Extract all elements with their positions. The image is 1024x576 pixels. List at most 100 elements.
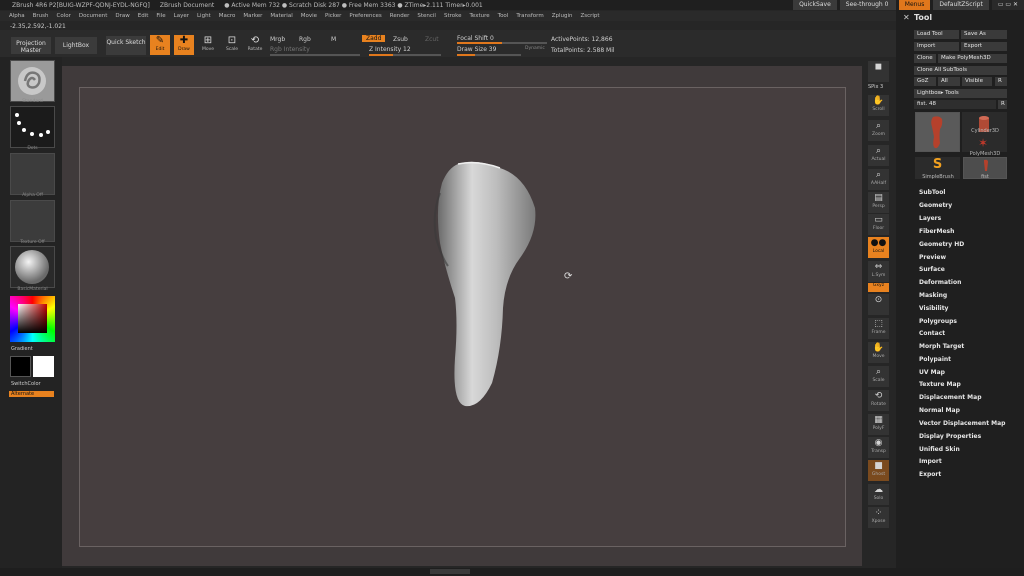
see-through-slider[interactable]: See-through 0 xyxy=(839,0,896,10)
color-picker[interactable] xyxy=(10,296,55,342)
document-canvas[interactable] xyxy=(79,87,846,547)
default-zscript-button[interactable]: DefaultZScript xyxy=(933,0,989,10)
alternate-button[interactable]: Alternate xyxy=(9,391,54,397)
alpha-thumbnail[interactable] xyxy=(10,153,55,195)
z-intensity-track[interactable] xyxy=(369,54,441,56)
z-intensity-slider[interactable]: Z Intensity 12 xyxy=(369,46,411,53)
aahalf-button[interactable]: ⌕ AAHalf xyxy=(868,169,889,190)
export-button[interactable]: Export xyxy=(961,42,1007,51)
menu-transform[interactable]: Transform xyxy=(516,13,543,19)
import-button[interactable]: Import xyxy=(914,42,959,51)
move-button[interactable]: ⊞ Move xyxy=(198,35,218,55)
menu-preferences[interactable]: Preferences xyxy=(349,13,381,19)
goz-button[interactable]: GoZ xyxy=(914,77,936,86)
subpalette-displacement-map[interactable]: Displacement Map xyxy=(919,394,982,401)
xpose-button[interactable]: ⁘ Xpose xyxy=(868,507,889,528)
subpalette-import[interactable]: Import xyxy=(919,458,942,465)
visible-button[interactable]: Visible xyxy=(962,77,992,86)
rgb-intensity-slider[interactable]: Rgb Intensity xyxy=(270,46,310,53)
subpalette-subtool[interactable]: SubTool xyxy=(919,189,945,196)
menu-zplugin[interactable]: Zplugin xyxy=(552,13,573,19)
axis-toggles[interactable]: ⊙ xyxy=(868,294,889,315)
clone-all-subtools-button[interactable]: Clone All SubTools xyxy=(914,66,1007,75)
floor-button[interactable]: ▭ Floor xyxy=(868,214,889,235)
subpalette-morph-target[interactable]: Morph Target xyxy=(919,343,964,350)
stroke-thumbnail[interactable] xyxy=(10,106,55,148)
bottom-tray-handle[interactable] xyxy=(430,569,470,574)
projection-master-button[interactable]: Projection Master xyxy=(11,37,51,54)
ghost-button[interactable]: ■ Ghost xyxy=(868,460,889,481)
palette-dock-icon[interactable]: ✕ xyxy=(903,13,910,22)
subpalette-surface[interactable]: Surface xyxy=(919,266,945,273)
menu-draw[interactable]: Draw xyxy=(115,13,129,19)
texture-thumbnail[interactable] xyxy=(10,200,55,242)
zsub-toggle[interactable]: Zsub xyxy=(393,36,408,43)
transp-button[interactable]: ◉ Transp xyxy=(868,437,889,458)
menu-material[interactable]: Material xyxy=(270,13,292,19)
frame-button[interactable]: ⬚ Frame xyxy=(868,318,889,339)
brush-thumbnail[interactable] xyxy=(10,60,55,102)
subpalette-geometry-hd[interactable]: Geometry HD xyxy=(919,241,964,248)
subpalette-visibility[interactable]: Visibility xyxy=(919,305,948,312)
current-tool-r-button[interactable]: R xyxy=(998,100,1007,109)
menu-document[interactable]: Document xyxy=(79,13,108,19)
gradient-toggle[interactable]: Gradient xyxy=(11,346,33,352)
all-button[interactable]: All xyxy=(938,77,960,86)
focal-shift-slider[interactable]: Focal Shift 0 xyxy=(457,35,494,42)
subpalette-geometry[interactable]: Geometry xyxy=(919,202,952,209)
material-thumbnail[interactable] xyxy=(10,246,55,288)
menu-file[interactable]: File xyxy=(156,13,165,19)
rotate-view-button[interactable]: ⟲ Rotate xyxy=(868,390,889,411)
local-button[interactable]: ●● Local xyxy=(868,237,889,258)
polyf-button[interactable]: ▦ PolyF xyxy=(868,414,889,435)
subpalette-contact[interactable]: Contact xyxy=(919,330,945,337)
save-as-button[interactable]: Save As xyxy=(961,30,1007,39)
mrgb-toggle[interactable]: Mrgb xyxy=(270,36,285,43)
menu-alpha[interactable]: Alpha xyxy=(9,13,25,19)
menu-texture[interactable]: Texture xyxy=(470,13,490,19)
current-tool-tile[interactable] xyxy=(915,112,960,152)
menu-stroke[interactable]: Stroke xyxy=(444,13,462,19)
subpalette-uv-map[interactable]: UV Map xyxy=(919,369,945,376)
subpalette-deformation[interactable]: Deformation xyxy=(919,279,961,286)
window-controls[interactable]: ▭ ▭ ✕ xyxy=(991,0,1024,10)
rgb-toggle[interactable]: Rgb xyxy=(299,36,311,43)
menu-brush[interactable]: Brush xyxy=(33,13,49,19)
edit-button[interactable]: ✎ Edit xyxy=(150,35,170,55)
subpalette-export[interactable]: Export xyxy=(919,471,941,478)
subpalette-display-properties[interactable]: Display Properties xyxy=(919,433,981,440)
quicksave-button[interactable]: QuickSave xyxy=(793,0,837,10)
draw-size-track[interactable] xyxy=(457,54,521,56)
actual-button[interactable]: ⌕ Actual xyxy=(868,145,889,166)
menu-render[interactable]: Render xyxy=(390,13,410,19)
gxyz-button[interactable]: Gxyz xyxy=(868,283,889,292)
zcut-toggle[interactable]: Zcut xyxy=(425,36,439,43)
menu-layer[interactable]: Layer xyxy=(174,13,189,19)
persp-button[interactable]: ▤ Persp xyxy=(868,192,889,213)
subpalette-vector-displacement-map[interactable]: Vector Displacement Map xyxy=(919,420,1005,427)
rgb-intensity-track[interactable] xyxy=(270,54,360,56)
lightbox-tools-button[interactable]: Lightbox▸ Tools xyxy=(914,89,1007,98)
scale-button[interactable]: ⊡ Scale xyxy=(222,35,242,55)
focal-shift-track[interactable] xyxy=(457,42,547,44)
menu-picker[interactable]: Picker xyxy=(325,13,341,19)
zoom-button[interactable]: ⌕ Zoom xyxy=(868,120,889,141)
menu-edit[interactable]: Edit xyxy=(138,13,149,19)
subpalette-layers[interactable]: Layers xyxy=(919,215,941,222)
subpalette-polypaint[interactable]: Polypaint xyxy=(919,356,951,363)
lightbox-button[interactable]: LightBox xyxy=(55,37,97,54)
scale-view-button[interactable]: ⌕ Scale xyxy=(868,366,889,387)
draw-size-slider[interactable]: Draw Size 39 xyxy=(457,46,496,53)
m-toggle[interactable]: M xyxy=(331,36,336,43)
menu-tool[interactable]: Tool xyxy=(498,13,509,19)
subpalette-normal-map[interactable]: Normal Map xyxy=(919,407,960,414)
switch-color-button[interactable]: SwitchColor xyxy=(11,381,41,387)
dynamic-toggle[interactable]: Dynamic xyxy=(525,46,545,51)
solo-button[interactable]: ☁ Solo xyxy=(868,484,889,505)
bpr-button[interactable]: ◼ xyxy=(868,61,889,82)
subpalette-unified-skin[interactable]: Unified Skin xyxy=(919,446,960,453)
polymesh3d-star-icon[interactable]: ✶ xyxy=(978,136,988,150)
zadd-toggle[interactable]: Zadd xyxy=(362,35,386,42)
subpalette-preview[interactable]: Preview xyxy=(919,254,946,261)
lsym-button[interactable]: ⇔ L.Sym xyxy=(868,261,889,282)
